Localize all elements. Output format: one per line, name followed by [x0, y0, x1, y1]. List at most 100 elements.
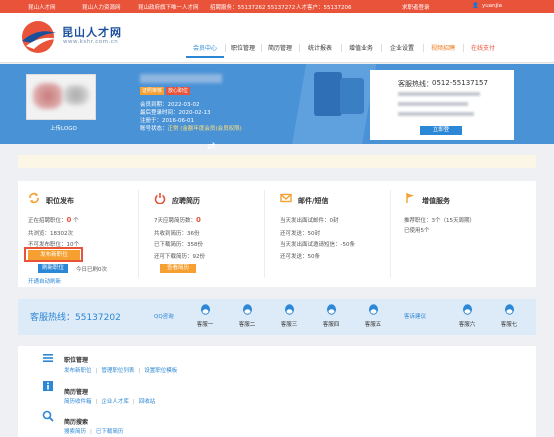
- column-divider: [390, 190, 391, 278]
- account-status-extra: (金额年度会员: [180, 126, 216, 132]
- topbar-link-4[interactable]: 招聘服务：55137262 55137272: [210, 3, 295, 11]
- search-resume-link[interactable]: 搜索简历: [64, 429, 86, 435]
- info-icon: [43, 381, 53, 391]
- last-login-time: 最后登录时间：2020-02-13: [140, 110, 211, 116]
- topbar-link-5[interactable]: 人才客户：55137206: [296, 3, 352, 11]
- recommended-jobs: 推荐职位：3个（15天周期）: [404, 218, 475, 224]
- nav-member-center[interactable]: 会员中心: [186, 38, 224, 58]
- job-management-title: 职位管理: [64, 357, 89, 364]
- nav-job-management[interactable]: 职位管理: [226, 38, 260, 58]
- qq-icon: [242, 304, 252, 315]
- view-resumes-button[interactable]: 查看简历: [160, 264, 196, 273]
- register-date: 注册于：2016-06-01: [140, 118, 194, 124]
- blurred-info: [398, 92, 480, 96]
- qq-icon: [284, 304, 294, 315]
- nav-statistics[interactable]: 统计报表: [300, 38, 340, 58]
- login-button[interactable]: 立即登: [420, 126, 462, 135]
- resume-management-title: 简历管理: [64, 389, 89, 396]
- applied-resumes-title: 应聘简历: [172, 197, 200, 205]
- trusted-job-tag: 放心职位: [166, 87, 191, 95]
- nav-online-pay[interactable]: 在线支付: [464, 38, 502, 58]
- refresh-note: 今日已刷0次: [76, 267, 107, 273]
- auto-refresh-link[interactable]: 开通自动刷新: [28, 277, 61, 285]
- flag-icon: [406, 193, 414, 203]
- interview-sms-sent: 当天发出面试邀请短信：-50条: [280, 242, 355, 248]
- service-2[interactable]: 客服二: [234, 304, 260, 328]
- mail-icon: [280, 193, 292, 203]
- used-count: 已使用5个: [404, 228, 430, 234]
- customer-service-bar: 客服热线：55137202 QQ咨询 客服一 客服二 客服三 客服四 客服五 客…: [18, 299, 536, 335]
- column-divider: [264, 190, 265, 278]
- qq-icon: [368, 304, 378, 315]
- active-jobs-count: 正在招聘职位：0 个: [28, 216, 79, 224]
- service-7[interactable]: 客服七: [496, 304, 522, 328]
- resume-search-title: 简历搜索: [64, 419, 89, 426]
- column-divider: [138, 190, 139, 278]
- banner-device-illustration: [340, 78, 364, 114]
- talent-pool-link[interactable]: 企业人才库: [101, 399, 129, 405]
- list-icon: [43, 354, 53, 362]
- logo-text[interactable]: 昆山人才网: [62, 24, 122, 40]
- member-expire: 会员到期：2022-03-02: [140, 102, 200, 108]
- user-icon: 👤: [472, 3, 479, 9]
- blurred-info: [398, 112, 474, 116]
- service-1[interactable]: 客服一: [192, 304, 218, 328]
- service-card: 客服热线： 0512-55137157 立即登: [370, 70, 514, 140]
- complaint-label[interactable]: 客诉建议: [404, 312, 426, 320]
- service-hotline: 客服热线：55137202: [30, 313, 121, 323]
- quick-links-panel: [18, 346, 536, 437]
- member-permission-link[interactable]: (会员权限): [215, 126, 241, 132]
- nav-value-added[interactable]: 增值业务: [342, 38, 380, 58]
- resume-inbox-link[interactable]: 简历收件箱: [64, 399, 92, 405]
- switch-arrows-icon[interactable]: ⇄: [207, 141, 215, 152]
- power-icon: [154, 193, 166, 204]
- recycle-bin-link[interactable]: 回收站: [139, 399, 156, 405]
- interview-mails-sent: 当天发出面试邮件：0封: [280, 218, 339, 224]
- mails-remaining: 还可发送：50封: [280, 231, 320, 237]
- top-bar: 昆山人才网 昆山人力资源网 昆山政府旗下唯一人才网 招聘服务：55137262 …: [0, 0, 554, 13]
- username[interactable]: yuanjia: [482, 3, 502, 9]
- nav-company-settings[interactable]: 企业设置: [382, 38, 422, 58]
- job-management-links: 发布新职位 | 管理职位列表 | 设置职位模板: [64, 368, 178, 374]
- publish-new-job-link[interactable]: 发布新职位: [64, 368, 92, 374]
- jobseeker-login-link[interactable]: 求职者登录: [402, 3, 430, 11]
- upload-logo-link[interactable]: 上传LOGO: [50, 124, 77, 132]
- nav-resume-management[interactable]: 简历管理: [262, 38, 298, 58]
- account-status: 账号状态：正常 (金额年度会员(会员权限): [140, 124, 242, 132]
- job-template-link[interactable]: 设置职位模板: [144, 368, 177, 374]
- service-6[interactable]: 客服六: [454, 304, 480, 328]
- service-3[interactable]: 客服三: [276, 304, 302, 328]
- banner-device-illustration: [314, 72, 342, 116]
- search-icon: [42, 410, 54, 422]
- qq-icon: [326, 304, 336, 315]
- service-4[interactable]: 客服四: [318, 304, 344, 328]
- nav-video-recruit[interactable]: 视频招聘: [424, 38, 462, 58]
- company-logo[interactable]: [26, 74, 96, 120]
- mail-sms-title: 邮件/短信: [298, 197, 329, 205]
- sms-remaining: 还可发送：50条: [280, 254, 320, 260]
- topbar-link-1[interactable]: 昆山人才网: [28, 3, 56, 11]
- job-publish-title: 职位发布: [46, 197, 74, 205]
- topbar-link-3[interactable]: 昆山政府旗下唯一人才网: [138, 3, 199, 11]
- resumes-received: 共收到简历：36份: [154, 231, 200, 237]
- topbar-link-2[interactable]: 昆山人力资源网: [82, 3, 121, 11]
- verified-tag: 证照审核: [140, 87, 165, 95]
- qq-icon: [462, 304, 472, 315]
- logo-icon[interactable]: [18, 19, 60, 55]
- qq-icon: [200, 304, 210, 315]
- service-5[interactable]: 客服五: [360, 304, 386, 328]
- account-status-label: 账号状态：: [140, 126, 168, 132]
- refresh-jobs-button[interactable]: 刷新职位: [38, 264, 68, 273]
- value-added-title: 增值服务: [422, 197, 450, 205]
- total-views: 共浏览：18302次: [28, 231, 73, 237]
- highlight-box: [24, 247, 83, 262]
- downloaded-resumes-link[interactable]: 已下载简历: [96, 429, 124, 435]
- qq-icon: [504, 304, 514, 315]
- hotline-number: 0512-55137157: [432, 79, 488, 87]
- resumes-remaining: 还可下载简历：92份: [154, 254, 205, 260]
- resume-management-links: 简历收件箱 | 企业人才库 | 回收站: [64, 399, 156, 405]
- notice-strip: [18, 155, 536, 168]
- refresh-icon: [29, 192, 39, 204]
- manage-job-list-link[interactable]: 管理职位列表: [101, 368, 134, 374]
- logo-url: www.kshr.com.cn: [63, 39, 119, 45]
